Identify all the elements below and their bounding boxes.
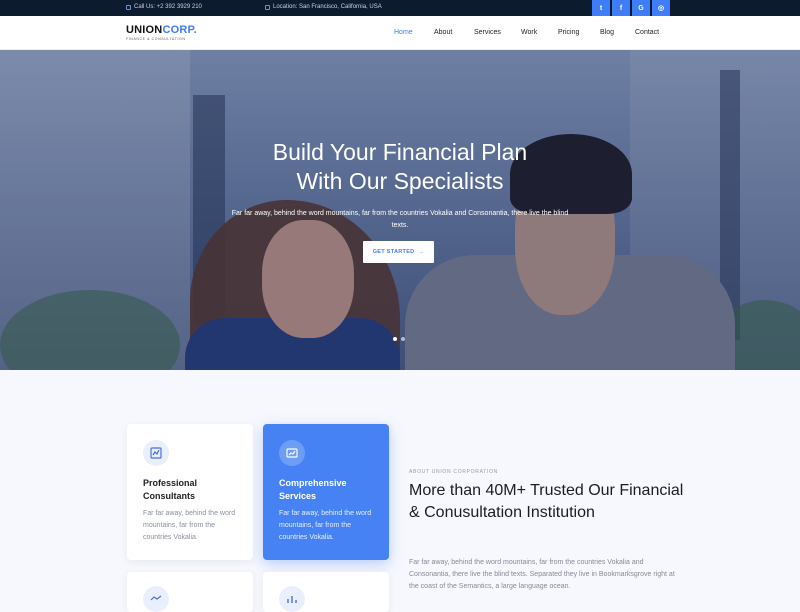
logo-name-b: CORP. bbox=[162, 24, 197, 36]
logo[interactable]: UNIONCORP. FINANCE & CONSULTATION bbox=[126, 24, 197, 41]
get-started-label: GET STARTED bbox=[372, 249, 415, 255]
chart-icon bbox=[279, 586, 305, 612]
card-text: Far far away, behind the word mountains,… bbox=[279, 510, 372, 541]
card-title: Professional Consultants bbox=[143, 478, 198, 501]
service-card-partial[interactable] bbox=[127, 572, 253, 612]
get-started-button[interactable]: GET STARTED → bbox=[363, 241, 434, 263]
nav-contact[interactable]: Contact bbox=[635, 29, 659, 36]
handshake-icon bbox=[143, 586, 169, 612]
location-icon bbox=[265, 4, 270, 10]
slider-dot[interactable] bbox=[401, 337, 405, 341]
card-title: Comprehensive Services bbox=[279, 478, 347, 501]
slider-dot[interactable] bbox=[393, 337, 397, 341]
phone-info: Call Us: +2 392 3929 210 bbox=[126, 4, 202, 10]
hero-title-line2: With Our Specialists bbox=[296, 168, 504, 194]
twitter-icon[interactable]: t bbox=[592, 0, 610, 16]
logo-tagline: FINANCE & CONSULTATION bbox=[126, 37, 186, 41]
nav-services[interactable]: Services bbox=[474, 29, 501, 36]
nav-about[interactable]: About bbox=[434, 29, 452, 36]
about-title: More than 40M+ Trusted Our Financial & C… bbox=[409, 482, 684, 521]
hero-subtitle: Far far away, behind the word mountains,… bbox=[231, 210, 569, 229]
service-card-comprehensive[interactable]: Comprehensive Services Far far away, beh… bbox=[263, 424, 389, 560]
location-info: Location: San Francisco, California, USA bbox=[265, 4, 382, 10]
arrow-right-icon: → bbox=[418, 249, 425, 255]
hero-title-line1: Build Your Financial Plan bbox=[272, 139, 528, 165]
top-bar: Call Us: +2 392 3929 210 Location: San F… bbox=[0, 0, 800, 16]
nav-pricing[interactable]: Pricing bbox=[558, 29, 579, 36]
service-card-professional[interactable]: Professional Consultants Far far away, b… bbox=[127, 424, 253, 560]
logo-name-a: UNION bbox=[126, 24, 163, 36]
nav-home[interactable]: Home bbox=[394, 29, 413, 36]
nav-work[interactable]: Work bbox=[521, 29, 537, 36]
hero-title: Build Your Financial Plan With Our Speci… bbox=[200, 138, 600, 196]
hero-section: Build Your Financial Plan With Our Speci… bbox=[0, 50, 800, 370]
nav-blog[interactable]: Blog bbox=[600, 29, 614, 36]
phone-icon bbox=[126, 4, 131, 10]
google-icon[interactable]: G bbox=[632, 0, 650, 16]
service-card-partial[interactable] bbox=[263, 572, 389, 612]
location-text: Location: San Francisco, California, USA bbox=[273, 4, 382, 10]
instagram-icon[interactable]: ◎ bbox=[652, 0, 670, 16]
phone-text: Call Us: +2 392 3929 210 bbox=[134, 4, 202, 10]
services-icon bbox=[279, 440, 305, 466]
logo-text: UNIONCORP. bbox=[126, 24, 197, 36]
about-text: Far far away, behind the word mountains,… bbox=[409, 559, 675, 590]
consultant-icon bbox=[143, 440, 169, 466]
main-navbar: UNIONCORP. FINANCE & CONSULTATION Home A… bbox=[0, 16, 800, 50]
about-eyebrow: ABOUT UNION CORPORATION bbox=[409, 469, 498, 475]
card-text: Far far away, behind the word mountains,… bbox=[143, 510, 236, 541]
facebook-icon[interactable]: f bbox=[612, 0, 630, 16]
